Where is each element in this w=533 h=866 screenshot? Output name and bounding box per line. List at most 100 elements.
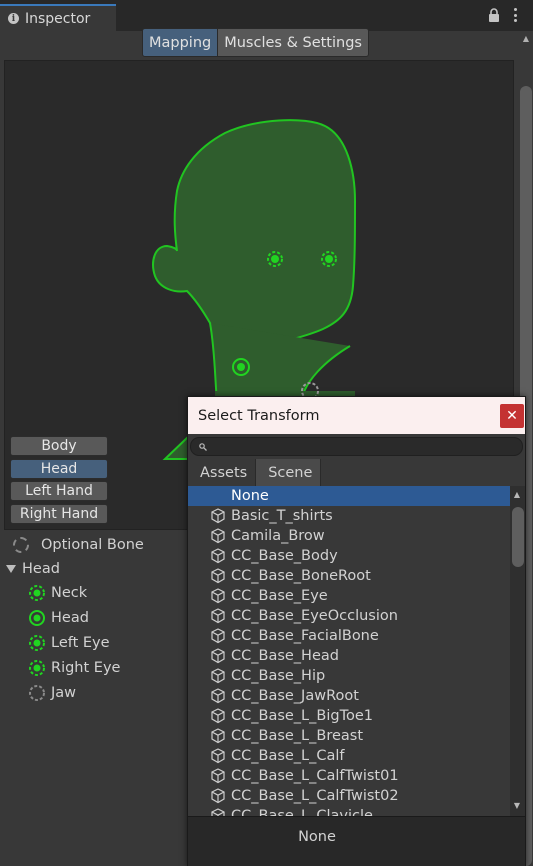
bone-right-eye[interactable]: Right Eye (28, 659, 120, 677)
list-item[interactable]: CC_Base_EyeOcclusion (188, 606, 510, 626)
transform-list: None Basic_T_shirts Camila_Brow CC_Base_Bod… (188, 486, 510, 816)
dialog-footer: None (188, 816, 525, 866)
optional-bone-label: Optional Bone (41, 537, 144, 553)
list-item-label: CC_Base_L_Calf (231, 748, 345, 764)
list-item-label: CC_Base_L_CalfTwist02 (231, 788, 399, 804)
list-scroll-up-arrow[interactable]: ▲ (512, 490, 522, 500)
right-hand-button[interactable]: Right Hand (10, 504, 108, 524)
cube-icon (211, 628, 225, 644)
cube-icon (211, 608, 225, 624)
list-item-label: CC_Base_JawRoot (231, 688, 359, 704)
list-item[interactable]: None (188, 486, 510, 506)
cube-icon (211, 788, 225, 804)
list-item-label: CC_Base_EyeOcclusion (231, 608, 398, 624)
tab-bar: i Inspector (0, 0, 533, 31)
scroll-up-arrow[interactable]: ▲ (521, 34, 531, 43)
info-icon: i (8, 13, 19, 24)
cube-icon (211, 668, 225, 684)
solid-bone-icon (29, 610, 45, 626)
list-item-label: Basic_T_shirts (231, 508, 333, 524)
list-item-label: CC_Base_Eye (231, 588, 328, 604)
tab-scene[interactable]: Scene (256, 459, 322, 486)
list-item[interactable]: CC_Base_L_Breast (188, 726, 510, 746)
cube-icon (211, 648, 225, 664)
empty-bone-icon (29, 685, 45, 701)
cube-icon (211, 568, 225, 584)
selection-preview-label: None (298, 829, 336, 845)
list-item-label: CC_Base_L_BigToe1 (231, 708, 373, 724)
list-item[interactable]: CC_Base_JawRoot (188, 686, 510, 706)
tree-group-label: Head (22, 561, 60, 577)
cube-icon (211, 588, 225, 604)
tab-assets[interactable]: Assets (188, 459, 257, 486)
cube-icon (211, 768, 225, 784)
cube-icon (211, 808, 225, 816)
bone-label: Head (51, 610, 89, 626)
dashed-bone-icon (29, 660, 45, 676)
bone-label: Neck (51, 585, 88, 601)
dialog-tabs: Assets Scene (188, 459, 525, 486)
list-item[interactable]: CC_Base_Hip (188, 666, 510, 686)
cube-icon (211, 508, 225, 524)
list-item[interactable]: CC_Base_L_BigToe1 (188, 706, 510, 726)
cube-icon (211, 708, 225, 724)
inspector-tab[interactable]: i Inspector (0, 4, 116, 31)
list-item-label: None (231, 488, 269, 504)
list-item-label: CC_Base_L_CalfTwist01 (231, 768, 399, 784)
bone-left-eye[interactable]: Left Eye (28, 634, 110, 652)
close-button[interactable]: ✕ (500, 404, 524, 428)
list-item-label: CC_Base_Hip (231, 668, 326, 684)
list-item[interactable]: CC_Base_Eye (188, 586, 510, 606)
list-item[interactable]: CC_Base_BoneRoot (188, 566, 510, 586)
bone-label: Right Eye (51, 660, 121, 676)
list-scroll-down-arrow[interactable]: ▼ (512, 801, 522, 811)
dashed-bone-icon (29, 585, 45, 601)
left-hand-button[interactable]: Left Hand (10, 481, 108, 501)
cube-icon (211, 528, 225, 544)
lock-icon[interactable] (488, 8, 500, 22)
list-item[interactable]: CC_Base_Head (188, 646, 510, 666)
inspector-tab-label: Inspector (25, 10, 91, 27)
mode-toolbar: Mapping Muscles & Settings (142, 28, 369, 57)
list-item[interactable]: CC_Base_L_Clavicle (188, 806, 510, 816)
list-item-label: Camila_Brow (231, 528, 325, 544)
list-item-label: CC_Base_L_Clavicle (231, 808, 373, 816)
kebab-icon[interactable] (510, 7, 520, 23)
select-transform-dialog: Select Transform ✕ Assets Scene None Basi… (187, 396, 526, 866)
bone-head[interactable]: Head (28, 609, 89, 627)
list-item[interactable]: CC_Base_Body (188, 546, 510, 566)
list-item[interactable]: CC_Base_FacialBone (188, 626, 510, 646)
list-item-label: CC_Base_Body (231, 548, 338, 564)
list-item[interactable]: CC_Base_L_Calf (188, 746, 510, 766)
optional-bone-legend: Optional Bone (13, 537, 144, 553)
list-item-label: CC_Base_L_Breast (231, 728, 364, 744)
optional-bone-icon (13, 537, 29, 553)
body-button[interactable]: Body (10, 436, 108, 456)
cube-icon (211, 748, 225, 764)
cube-icon (211, 728, 225, 744)
mapping-button[interactable]: Mapping (142, 28, 219, 57)
list-item-label: CC_Base_FacialBone (231, 628, 379, 644)
list-scroll-thumb[interactable] (512, 507, 524, 567)
bone-jaw[interactable]: Jaw (28, 684, 76, 702)
cube-icon (211, 688, 225, 704)
muscles-settings-button[interactable]: Muscles & Settings (218, 28, 369, 57)
bone-label: Jaw (51, 685, 77, 701)
search-row (188, 434, 525, 459)
list-item[interactable]: Basic_T_shirts (188, 506, 510, 526)
bone-neck[interactable]: Neck (28, 584, 87, 602)
search-input[interactable] (190, 437, 523, 456)
bone-label: Left Eye (51, 635, 110, 651)
list-item-label: CC_Base_BoneRoot (231, 568, 371, 584)
tree-group-head[interactable]: Head (6, 561, 60, 577)
cube-icon (211, 548, 225, 564)
list-item[interactable]: Camila_Brow (188, 526, 510, 546)
head-button[interactable]: Head (10, 459, 108, 479)
dashed-bone-icon (29, 635, 45, 651)
list-item[interactable]: CC_Base_L_CalfTwist01 (188, 766, 510, 786)
list-item[interactable]: CC_Base_L_CalfTwist02 (188, 786, 510, 806)
dialog-title: Select Transform (188, 397, 525, 434)
list-item-label: CC_Base_Head (231, 648, 339, 664)
search-icon (199, 443, 207, 451)
expand-triangle-icon[interactable] (6, 565, 16, 573)
